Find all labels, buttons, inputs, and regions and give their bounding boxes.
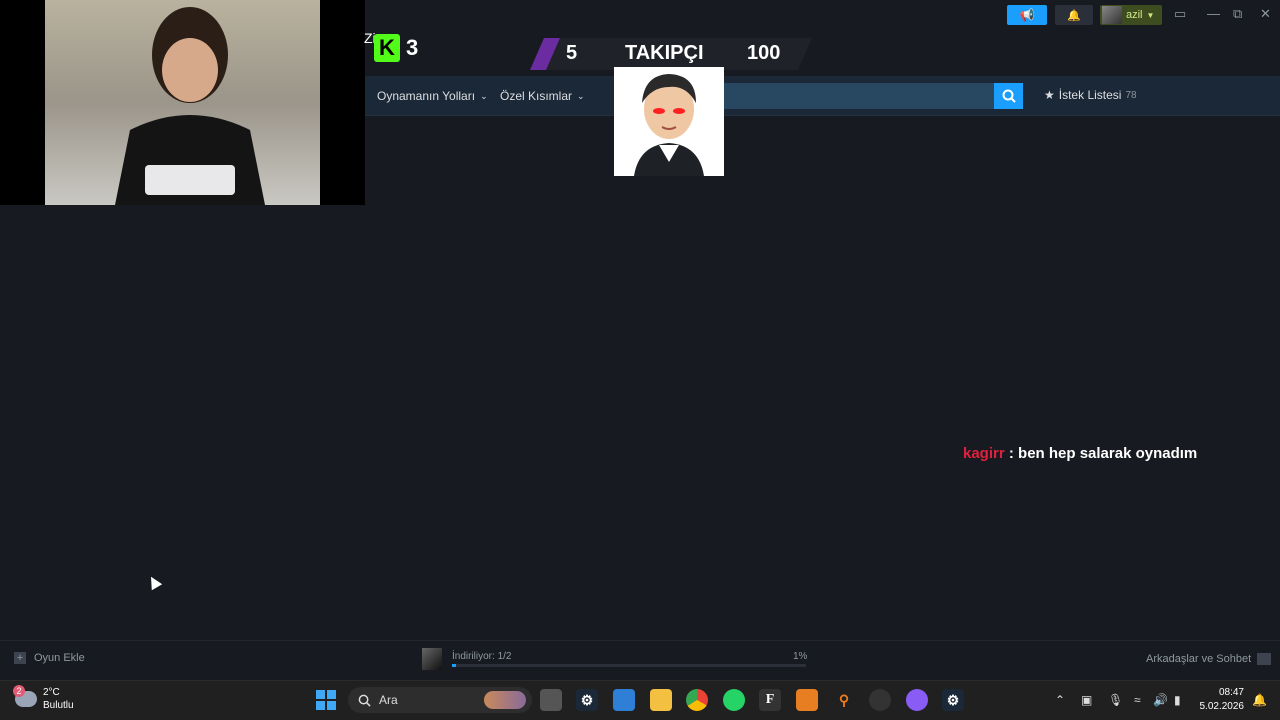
search-app-icon[interactable]: ⚲ — [833, 689, 855, 711]
notifications-button[interactable]: 🔔 — [1055, 5, 1093, 25]
megaphone-icon: 📢 — [1019, 8, 1035, 22]
cloud-icon: 2 — [13, 685, 37, 707]
screen-capture-icon[interactable]: ▣ — [1081, 693, 1092, 707]
cartoon-avatar-image — [614, 67, 724, 176]
restore-icon[interactable]: ⧉ — [1233, 6, 1242, 22]
whatsapp-icon[interactable] — [723, 689, 745, 711]
nav-special-sections[interactable]: Özel Kısımlar ⌄ — [500, 89, 585, 103]
download-status[interactable]: İndiriliyor: 1/2 — [452, 651, 511, 662]
steam-bottom-bar — [0, 640, 1280, 678]
weather-temp: 2°C — [43, 687, 60, 698]
kick-viewer-badge: K 3 — [374, 34, 418, 62]
task-view-icon[interactable] — [540, 689, 562, 711]
photos-icon[interactable] — [613, 689, 635, 711]
webcam-overlay — [0, 0, 365, 205]
volume-icon[interactable]: 🔊 — [1153, 693, 1168, 707]
webcam-feed — [45, 0, 320, 205]
wifi-icon[interactable]: ≈ — [1134, 693, 1141, 707]
chevron-down-icon: ⌄ — [577, 90, 585, 101]
follower-goal: 100 — [747, 42, 781, 64]
download-progress-bar[interactable] — [452, 664, 806, 667]
clock[interactable]: 08:47 5.02.2026 — [1196, 686, 1245, 714]
download-game-thumbnail[interactable] — [422, 648, 442, 670]
follower-label: TAKIPÇI — [625, 42, 704, 64]
file-explorer-icon[interactable] — [650, 689, 672, 711]
start-button[interactable] — [316, 690, 336, 710]
taskbar-search[interactable]: Ara — [348, 687, 532, 713]
follower-current: 5 — [566, 42, 578, 64]
wishlist-count: 78 — [1125, 89, 1137, 101]
big-picture-icon[interactable]: ▭ — [1174, 6, 1186, 22]
star-icon: ★ — [1044, 88, 1055, 102]
download-progress-fill — [452, 664, 456, 667]
fl-studio-icon[interactable] — [796, 689, 818, 711]
steam-active-icon[interactable]: ⚙ — [942, 689, 964, 711]
nav-label: Özel Kısımlar — [500, 89, 573, 103]
search-icon — [1002, 89, 1016, 103]
search-highlight-image — [484, 691, 526, 709]
nav-ways-to-play[interactable]: Oynamanın Yolları ⌄ — [377, 89, 488, 103]
user-name: azil — [1126, 9, 1143, 21]
wishlist-link[interactable]: ★ İstek Listesi 78 — [1044, 88, 1137, 102]
chevron-up-icon[interactable]: ⌃ — [1055, 693, 1065, 707]
friends-icon — [1257, 653, 1272, 665]
microphone-icon[interactable]: 🎙 — [1108, 693, 1123, 707]
battery-icon[interactable]: ▮ — [1174, 693, 1181, 707]
chrome-icon[interactable] — [686, 689, 708, 711]
avatar — [1102, 6, 1122, 24]
download-percent: 1% — [793, 651, 808, 662]
kick-viewer-count: 3 — [406, 35, 419, 60]
chevron-down-icon: ▼ — [1146, 10, 1155, 20]
store-search-input[interactable] — [724, 83, 994, 109]
clock-time: 08:47 — [1218, 687, 1244, 698]
chat-text: : ben hep salarak oynadım — [1008, 445, 1198, 462]
weather-desc: Bulutlu — [43, 700, 74, 711]
close-icon[interactable]: ✕ — [1260, 6, 1271, 22]
kick-logo-icon: K — [374, 34, 400, 62]
nav-label: Oynamanın Yolları — [377, 89, 476, 103]
wishlist-label: İstek Listesi — [1058, 88, 1122, 102]
chat-app-icon[interactable] — [906, 689, 928, 711]
clock-date: 5.02.2026 — [1199, 701, 1245, 712]
chat-nick: kagirr — [963, 445, 1005, 462]
search-button[interactable] — [994, 83, 1023, 109]
notification-center-icon[interactable]: 🔔 — [1252, 693, 1267, 707]
font-app-icon[interactable]: F — [759, 689, 781, 711]
steam-taskbar-icon[interactable]: ⚙ — [576, 689, 598, 711]
friends-label: Arkadaşlar ve Sohbet — [1146, 653, 1252, 665]
chevron-down-icon: ⌄ — [480, 90, 488, 101]
streamer-figure — [115, 7, 265, 205]
announcement-button[interactable]: 📢 — [1007, 5, 1047, 25]
minimize-icon[interactable]: — — [1207, 6, 1220, 21]
taskbar-search-placeholder: Ara — [379, 693, 398, 707]
weather-badge: 2 — [13, 685, 25, 697]
obs-icon[interactable] — [869, 689, 891, 711]
search-icon — [358, 694, 371, 707]
plus-icon: + — [14, 652, 26, 664]
chat-message: kagirr : ben hep salarak oynadım — [963, 445, 1197, 462]
add-game-label: Oyun Ekle — [34, 652, 85, 664]
user-menu-button[interactable]: azil ▼ — [1100, 5, 1162, 25]
add-game-button[interactable]: + Oyun Ekle — [14, 652, 85, 664]
mouse-cursor — [145, 573, 163, 591]
bell-icon: 🔔 — [1067, 9, 1081, 22]
friends-chat-button[interactable]: Arkadaşlar ve Sohbet — [1146, 653, 1272, 665]
weather-widget[interactable]: 2 2°C Bulutlu — [13, 685, 74, 712]
